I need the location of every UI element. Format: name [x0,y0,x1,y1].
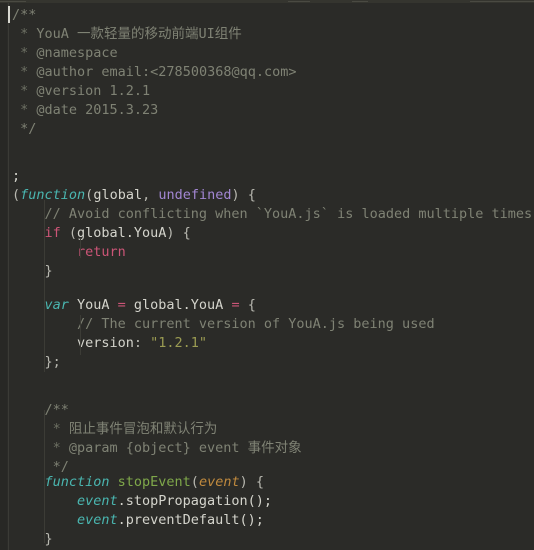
code-token: // The current version of YouA.js being … [76,316,435,332]
code-token: ( [190,474,199,490]
code-token: event [198,474,240,490]
edge-tick [288,1,310,2]
code-line[interactable]: // The current version of YouA.js being … [0,315,435,334]
indent-guide [44,200,45,372]
code-token: } [44,263,53,279]
code-token: function [44,474,110,490]
top-edge-strip [0,0,534,3]
code-token: * [12,45,37,61]
code-line[interactable]: return [0,243,126,262]
code-token: // Avoid conflicting when `YouA.js` is l… [44,206,533,222]
code-line[interactable]: /** [0,401,69,420]
code-token: @date 2015.3.23 [36,102,159,118]
code-token: */ [12,121,37,137]
code-token: global [93,187,143,203]
code-token: event [76,493,118,509]
code-token: ) { [231,187,256,203]
code-token: function [20,187,86,203]
text-caret[interactable] [8,6,10,23]
code-token: event [76,512,118,528]
code-line[interactable]: * @date 2015.3.23 [0,101,158,120]
code-token: ( [12,187,21,203]
code-token: @namespace [36,45,118,61]
code-line[interactable]: * 阻止事件冒泡和默认行为 [0,420,218,439]
code-token: var [44,297,69,313]
code-line[interactable]: function stopEvent(event) { [0,473,264,492]
code-token: * [44,421,69,437]
code-line[interactable]: * @param {object} event 事件对象 [0,439,302,458]
edge-tick [352,1,368,2]
code-token: .preventDefault(); [117,512,264,528]
code-token: { [239,297,256,313]
code-token: undefined [158,187,232,203]
code-token: * [44,440,69,456]
code-token: = [231,297,240,313]
code-token: YouA 一款轻量的移动前端UI组件 [36,26,242,42]
code-line[interactable]: * @version 1.2.1 [0,82,150,101]
code-token: /** [44,402,69,418]
code-token: * [12,64,37,80]
code-line[interactable]: var YouA = global.YouA = { [0,296,256,315]
code-line[interactable]: }; [0,353,61,372]
code-token: ) { [239,474,264,490]
code-token: , [142,187,159,203]
code-token: : [133,335,151,351]
code-token: .stopPropagation(); [117,493,273,509]
code-line[interactable]: (function(global, undefined) { [0,186,256,205]
indent-guide [44,410,45,543]
editor-gutter [0,0,7,550]
code-token: @author email:<278500368@qq.com> [36,64,297,80]
code-editor-window: /** * YouA 一款轻量的移动前端UI组件 * @namespace * … [0,0,534,550]
code-token: * [12,26,37,42]
edge-tick [470,1,534,2]
code-token: "1.2.1" [150,335,208,351]
code-token: ( [60,225,77,241]
code-token: /** [12,7,37,23]
code-token: * [12,83,37,99]
code-line[interactable]: event.preventDefault(); [0,511,264,530]
code-token: global.YouA [125,297,232,313]
code-line[interactable]: if (global.YouA) { [0,224,191,243]
code-line[interactable]: * @namespace [0,44,118,63]
code-token: ; [12,168,21,184]
code-line[interactable]: * @author email:<278500368@qq.com> [0,63,296,82]
code-token: }; [44,354,61,370]
code-token: stopEvent [117,474,191,490]
edge-tick [0,1,26,2]
indent-guide [80,238,81,258]
indent-guide [80,315,81,355]
code-line[interactable]: // Avoid conflicting when `YouA.js` is l… [0,205,532,224]
code-token: if [44,225,61,241]
code-line[interactable]: * YouA 一款轻量的移动前端UI组件 [0,25,242,44]
code-token: ) { [166,225,191,241]
code-token: @version 1.2.1 [36,83,151,99]
code-line[interactable]: event.stopPropagation(); [0,492,272,511]
code-token: version [76,335,134,351]
code-token: @param {object} event 事件对象 [68,440,302,456]
code-line[interactable]: version: "1.2.1" [0,334,207,353]
code-token: = [117,297,126,313]
code-token: } [44,531,53,547]
code-text-area[interactable]: /** * YouA 一款轻量的移动前端UI组件 * @namespace * … [0,0,534,550]
code-token: 阻止事件冒泡和默认行为 [68,421,218,437]
left-margin-rule [8,0,9,550]
code-token: global.YouA [77,225,167,241]
code-token: * [12,102,37,118]
code-token: return [76,244,126,260]
code-token: YouA [68,297,118,313]
